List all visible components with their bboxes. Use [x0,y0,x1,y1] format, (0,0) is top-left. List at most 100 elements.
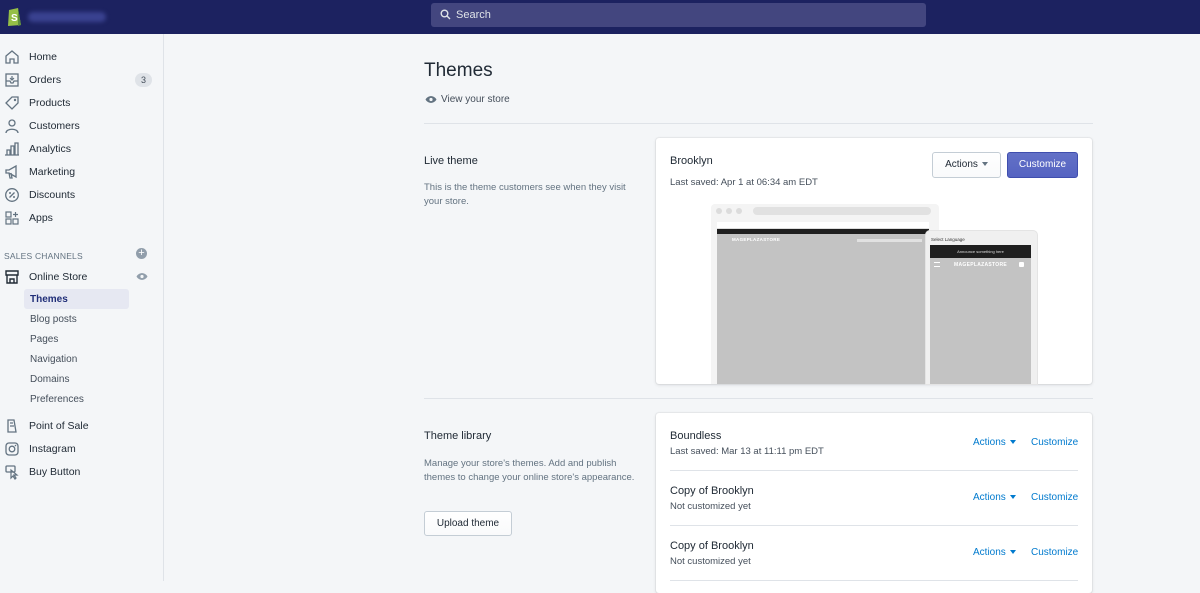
divider [424,398,1093,399]
actions-label: Actions [973,492,1006,503]
person-icon [5,119,19,134]
sidebar: Home Orders 3 Products Customers Analyti… [0,34,164,581]
chevron-down-icon [1009,550,1016,555]
actions-button[interactable]: Actions [932,152,1001,178]
mobile-hero: MAGEPLAZASTORE [930,258,1031,384]
theme-name: Copy of Brooklyn [670,485,754,497]
search-icon [440,9,451,20]
actions-label: Actions [973,547,1006,558]
sidebar-item-label: Marketing [29,166,76,178]
row-divider [670,525,1078,526]
sidebar-item-label: Home [29,51,58,63]
actions-label: Actions [945,159,978,170]
theme-actions-button[interactable]: Actions [973,437,1016,448]
chevron-down-icon [1009,495,1016,500]
theme-library-heading: Theme library [424,430,492,442]
theme-status: Not customized yet [670,556,751,567]
window-dot [736,208,742,214]
address-bar [753,207,931,215]
sidebar-item-label: Customers [29,120,80,132]
preview-hero: MAGEPLAZASTORE [717,234,929,384]
sidebar-item-marketing[interactable]: Marketing [0,161,164,183]
desktop-preview[interactable]: MAGEPLAZASTORE [711,204,939,384]
eye-icon [425,96,437,103]
sales-channels-heading: SALES CHANNELS [4,251,83,261]
window-dot [716,208,722,214]
customize-button[interactable]: Customize [1007,152,1078,178]
sidebar-item-label: Orders [29,74,62,86]
sidebar-item-label: Point of Sale [29,420,89,432]
upload-theme-button[interactable]: Upload theme [424,511,512,536]
theme-actions-button[interactable]: Actions [973,492,1016,503]
sidebar-item-label: Online Store [29,271,88,283]
sidebar-item-apps[interactable]: Apps [0,207,164,229]
subitem-label: Pages [30,334,59,345]
eye-icon[interactable] [136,272,148,281]
theme-status: Not customized yet [670,501,751,512]
actions-label: Actions [973,437,1006,448]
sidebar-subitem-themes[interactable]: Themes [24,289,129,309]
preview-logo-text: MAGEPLAZASTORE [732,237,781,242]
subitem-label: Navigation [30,354,78,365]
add-channel-icon[interactable]: + [136,248,147,259]
mobile-lang-select: Select Language [931,237,965,242]
page-title: Themes [424,60,493,81]
orders-icon [5,73,19,87]
discount-icon [5,188,19,202]
sidebar-item-label: Analytics [29,143,72,155]
cart-icon [1019,262,1024,267]
tag-icon [5,96,19,110]
chevron-down-icon [981,162,988,167]
mobile-logo-text: MAGEPLAZASTORE [954,262,1007,268]
search-placeholder: Search [456,9,491,21]
sidebar-item-label: Instagram [29,443,76,455]
buy-button-icon [5,465,19,480]
sidebar-item-orders[interactable]: Orders 3 [0,69,164,91]
mobile-announcement: Announce something here [930,245,1031,258]
theme-customize-link[interactable]: Customize [1031,437,1078,448]
shopify-logo-icon[interactable]: S [6,5,23,27]
sidebar-item-label: Apps [29,212,53,224]
subitem-label: Themes [30,294,68,305]
pos-icon [7,419,17,433]
theme-actions-button[interactable]: Actions [973,547,1016,558]
sidebar-item-discounts[interactable]: Discounts [0,184,164,206]
mobile-announcement-text: Announce something here [957,249,1004,254]
divider [424,123,1093,124]
theme-library-description: Manage your store's themes. Add and publ… [424,458,635,483]
sidebar-item-label: Products [29,97,71,109]
sidebar-item-point-of-sale[interactable]: Point of Sale [0,415,164,437]
sidebar-item-analytics[interactable]: Analytics [0,138,164,160]
theme-customize-link[interactable]: Customize [1031,547,1078,558]
chevron-down-icon [1009,440,1016,445]
theme-customize-link[interactable]: Customize [1031,492,1078,503]
bar-chart-icon [5,142,19,156]
sidebar-item-buy-button[interactable]: Buy Button [0,461,164,483]
live-theme-heading: Live theme [424,155,478,167]
store-icon [5,270,19,284]
store-name[interactable] [28,12,106,22]
theme-status: Last saved: Mar 13 at 11:11 pm EDT [670,446,824,457]
sidebar-subitem-preferences[interactable]: Preferences [24,389,129,409]
sidebar-subitem-domains[interactable]: Domains [24,369,129,389]
sidebar-item-instagram[interactable]: Instagram [0,438,164,460]
preview-lang-bar [717,222,929,229]
subitem-label: Domains [30,374,70,385]
instagram-icon [5,442,19,456]
svg-text:S: S [11,13,18,24]
orders-count-badge: 3 [135,73,152,87]
sidebar-item-label: Discounts [29,189,76,201]
sidebar-item-products[interactable]: Products [0,92,164,114]
search-bar[interactable]: Search [431,3,926,27]
sidebar-item-online-store[interactable]: Online Store [0,266,164,288]
sidebar-subitem-pages[interactable]: Pages [24,329,129,349]
sidebar-subitem-navigation[interactable]: Navigation [24,349,129,369]
sidebar-item-customers[interactable]: Customers [0,115,164,137]
sidebar-item-home[interactable]: Home [0,46,164,68]
mobile-preview[interactable]: Select Language Announce something here … [926,231,1037,384]
sidebar-subitem-blog-posts[interactable]: Blog posts [24,309,129,329]
view-store-label: View your store [441,94,510,105]
sidebar-item-label: Buy Button [29,466,81,478]
window-dot [726,208,732,214]
subitem-label: Preferences [30,394,84,405]
